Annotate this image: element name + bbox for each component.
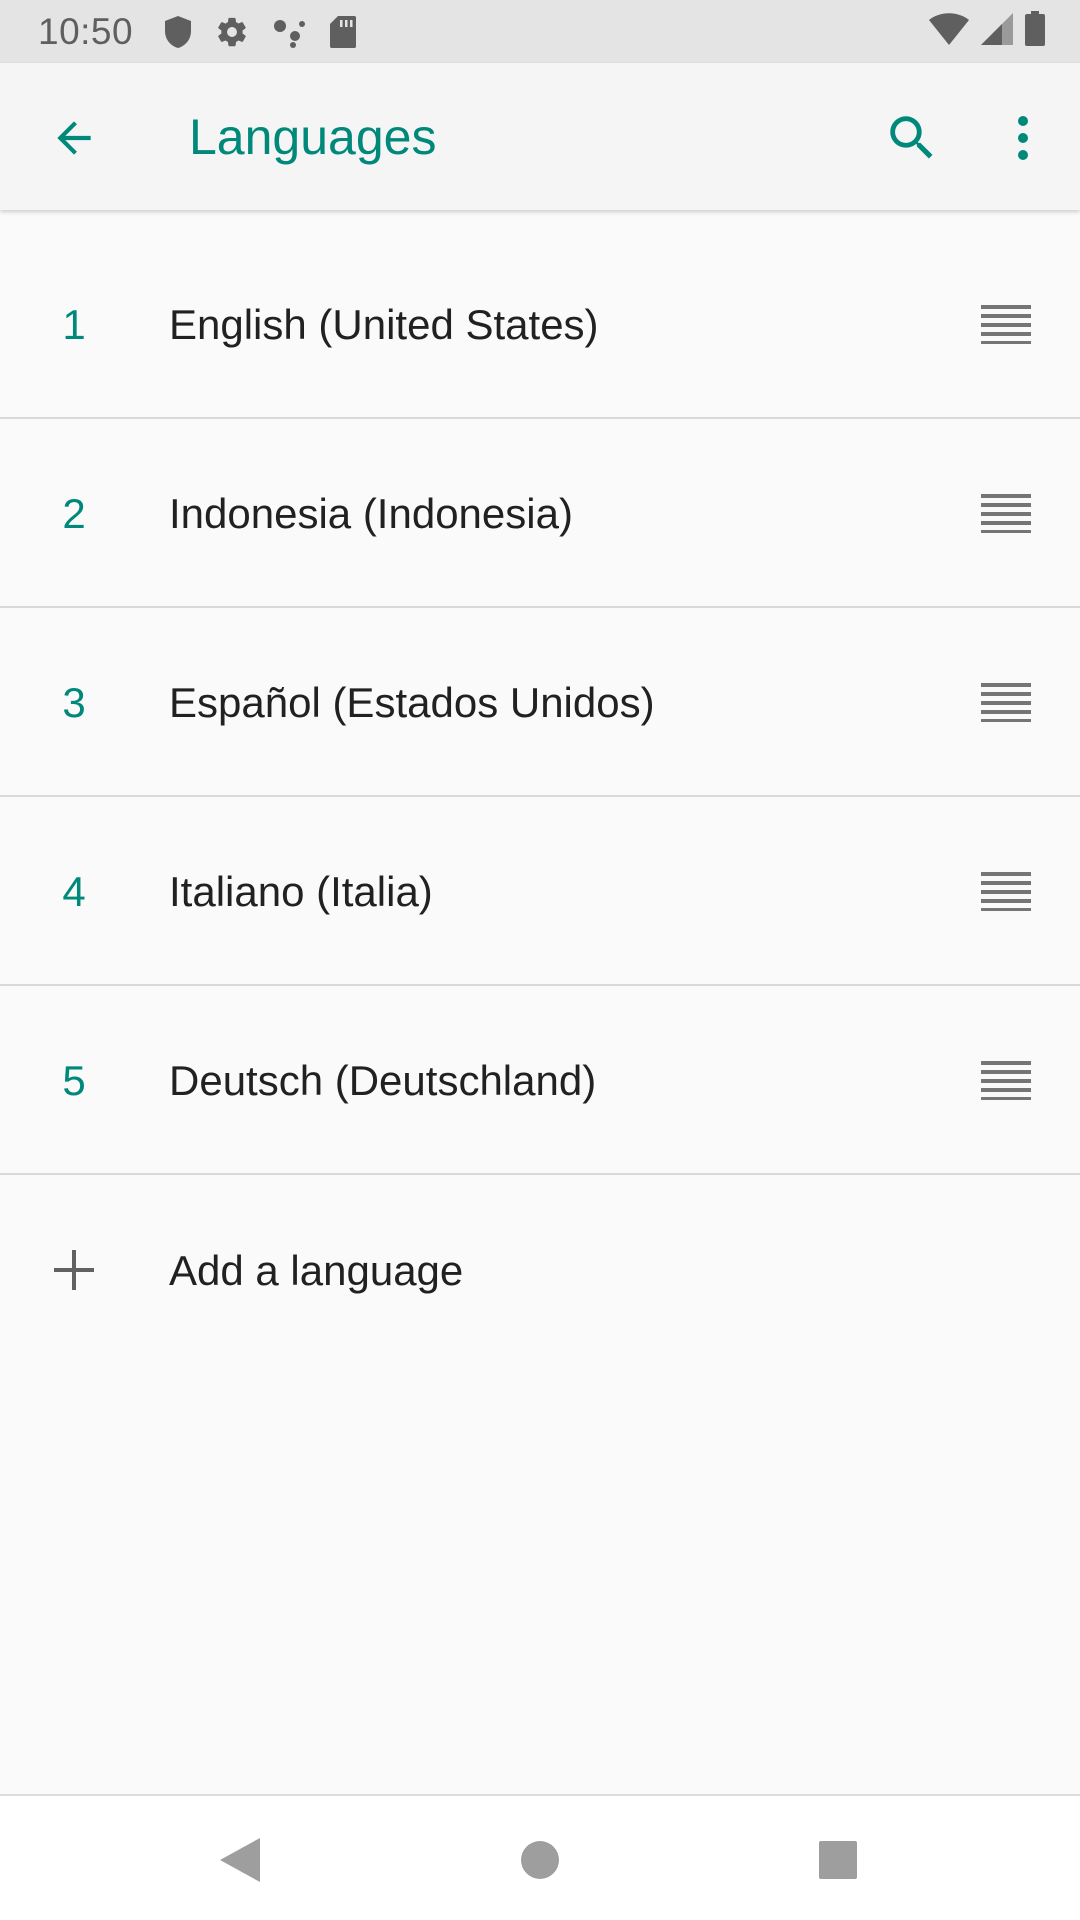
nav-back-button[interactable] xyxy=(198,1818,282,1902)
language-name: Indonesia (Indonesia) xyxy=(169,489,573,537)
drag-handle-icon[interactable] xyxy=(970,483,1042,543)
sd-card-icon xyxy=(329,15,357,49)
shield-icon xyxy=(163,15,193,49)
nav-recents-button[interactable] xyxy=(796,1818,880,1902)
status-icons-right xyxy=(928,11,1046,52)
cell-signal-icon xyxy=(980,12,1014,51)
language-name: Español (Estados Unidos) xyxy=(169,678,655,726)
nav-back-icon xyxy=(220,1838,260,1882)
more-vert-icon xyxy=(1017,115,1028,160)
app-bar: Languages xyxy=(0,63,1080,210)
drag-handle-icon[interactable] xyxy=(970,294,1042,354)
nav-recents-icon xyxy=(819,1841,857,1879)
language-list: 1 English (United States) 2 Indonesia (I… xyxy=(0,230,1080,1175)
status-time: 10:50 xyxy=(38,10,134,52)
drag-handle-icon[interactable] xyxy=(970,1050,1042,1110)
language-item[interactable]: 2 Indonesia (Indonesia) xyxy=(0,419,1080,608)
assistant-dots-icon xyxy=(271,16,307,48)
back-button[interactable] xyxy=(36,100,111,175)
language-rank: 4 xyxy=(62,867,86,915)
language-rank: 5 xyxy=(62,1056,86,1104)
arrow-back-icon xyxy=(56,120,91,155)
wifi-icon xyxy=(928,12,970,51)
add-language-button[interactable]: Add a language xyxy=(0,1176,1080,1365)
language-rank: 2 xyxy=(62,489,86,537)
language-item[interactable]: 5 Deutsch (Deutschland) xyxy=(0,986,1080,1175)
drag-handle-icon[interactable] xyxy=(970,861,1042,921)
page-title: Languages xyxy=(189,109,437,165)
language-item[interactable]: 1 English (United States) xyxy=(0,230,1080,419)
plus-icon xyxy=(44,1240,104,1300)
language-rank: 3 xyxy=(62,678,86,726)
more-options-button[interactable] xyxy=(985,100,1060,175)
language-name: Deutsch (Deutschland) xyxy=(169,1056,597,1104)
nav-home-icon xyxy=(521,1841,559,1879)
gear-icon xyxy=(215,15,249,49)
add-language-label: Add a language xyxy=(169,1246,464,1294)
language-name: Italiano (Italia) xyxy=(169,867,433,915)
nav-home-button[interactable] xyxy=(498,1818,582,1902)
language-item[interactable]: 4 Italiano (Italia) xyxy=(0,797,1080,986)
drag-handle-icon[interactable] xyxy=(970,672,1042,732)
search-icon xyxy=(889,115,933,159)
navigation-bar xyxy=(0,1794,1080,1920)
search-button[interactable] xyxy=(874,100,949,175)
language-name: English (United States) xyxy=(169,300,599,348)
battery-icon xyxy=(1024,11,1046,52)
language-rank: 1 xyxy=(62,300,86,348)
language-item[interactable]: 3 Español (Estados Unidos) xyxy=(0,608,1080,797)
status-icons-left xyxy=(163,15,357,49)
status-bar: 10:50 xyxy=(0,0,1080,63)
